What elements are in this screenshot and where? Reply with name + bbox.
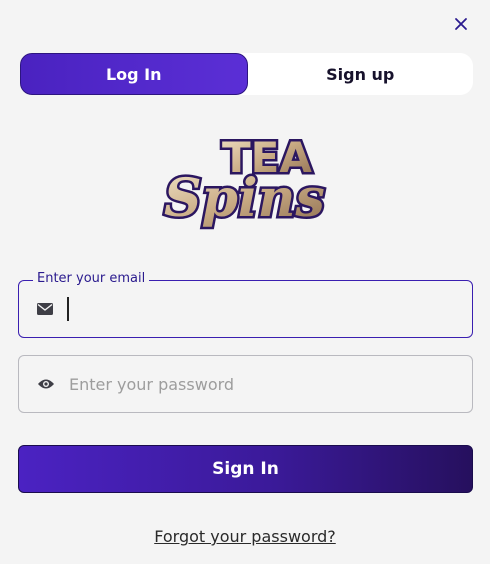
- logo-spins-text: Spins: [164, 168, 325, 229]
- email-field[interactable]: Enter your email: [18, 271, 473, 338]
- tab-sign-up[interactable]: Sign up: [248, 53, 474, 95]
- password-field[interactable]: [18, 355, 473, 413]
- close-button[interactable]: [451, 14, 471, 34]
- password-input[interactable]: [69, 356, 472, 412]
- forgot-password-link[interactable]: Forgot your password?: [0, 527, 490, 546]
- tea-spins-logo: TEA Spins: [160, 130, 332, 234]
- text-caret: [67, 297, 69, 321]
- envelope-icon: [37, 303, 57, 315]
- sign-in-button[interactable]: Sign In: [18, 445, 473, 493]
- email-input[interactable]: [69, 281, 472, 337]
- email-label: Enter your email: [33, 271, 150, 286]
- auth-tabs: Log In Sign up: [20, 53, 473, 95]
- eye-icon[interactable]: [37, 378, 57, 390]
- tab-log-in[interactable]: Log In: [20, 53, 248, 95]
- close-icon: [455, 18, 467, 30]
